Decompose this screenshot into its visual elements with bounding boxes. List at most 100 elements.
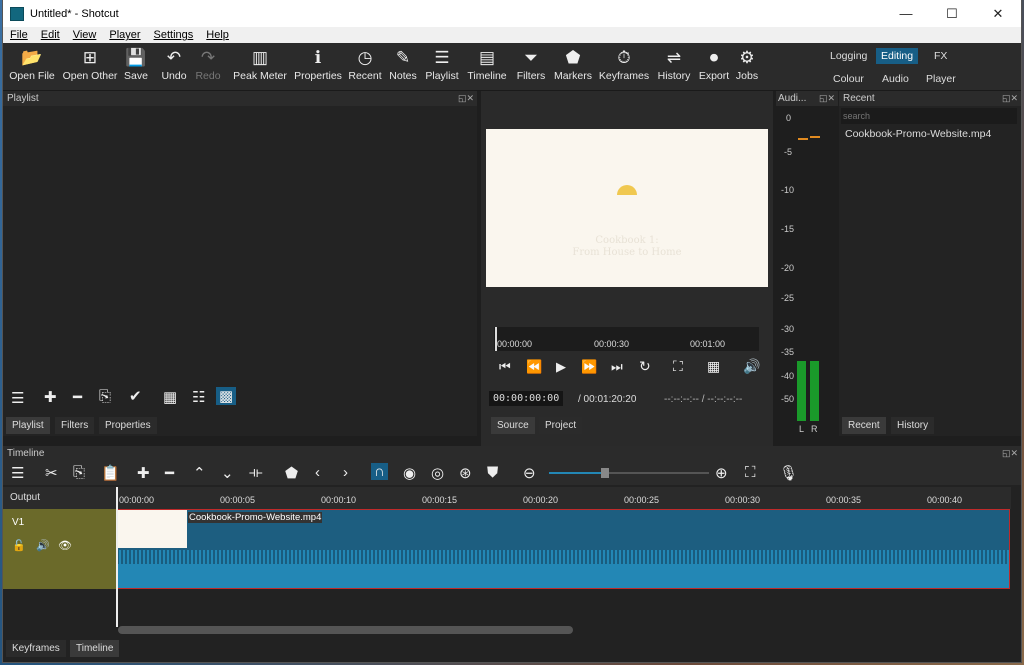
playlist-menu-icon[interactable]: ☰ xyxy=(11,389,24,407)
maximize-button[interactable]: ☐ xyxy=(929,0,975,27)
workspace-editing[interactable]: Editing xyxy=(876,48,919,64)
marker-icon[interactable]: ⬟ xyxy=(285,464,298,482)
icon-view-icon[interactable]: ▩ xyxy=(216,387,237,405)
menu-settings[interactable]: Settings xyxy=(147,29,200,41)
update-icon[interactable]: ⎘ xyxy=(99,388,111,405)
panel-float-close-icon[interactable]: ◱✕ xyxy=(819,91,835,106)
details-view-icon[interactable]: ▦ xyxy=(163,388,177,406)
fast-forward-icon[interactable]: ⏩ xyxy=(581,359,597,375)
previous-marker-icon[interactable]: ‹ xyxy=(315,464,320,481)
open-other-button[interactable]: ⊞ Open Other xyxy=(60,46,120,82)
timeline-ruler[interactable]: 00:00:00 00:00:05 00:00:10 00:00:15 00:0… xyxy=(116,487,1011,509)
tab-recent[interactable]: Recent xyxy=(842,417,886,434)
play-icon[interactable]: ▶ xyxy=(556,359,566,375)
timeline-playhead[interactable] xyxy=(116,487,118,627)
lift-icon[interactable]: ⌃ xyxy=(193,464,206,482)
minimize-button[interactable]: — xyxy=(883,0,929,27)
open-file-button[interactable]: 📂 Open File xyxy=(7,46,57,82)
scrub-icon[interactable]: ◉ xyxy=(403,464,416,482)
timeline-clip[interactable]: Cookbook-Promo-Website.mp4 xyxy=(116,509,1010,589)
add-icon[interactable]: ✚ xyxy=(44,388,57,406)
markers-button[interactable]: ⬟ Markers xyxy=(552,46,594,82)
recent-list-item[interactable]: Cookbook-Promo-Website.mp4 xyxy=(845,128,991,140)
timecode-input[interactable]: 00:00:00:00 xyxy=(489,391,564,406)
overwrite-icon[interactable]: ⌄ xyxy=(221,464,234,482)
loop-icon[interactable]: ↻ xyxy=(639,358,651,375)
recent-search-input[interactable] xyxy=(841,108,1017,124)
stopwatch-icon: ⏱ xyxy=(617,48,631,67)
tab-keyframes[interactable]: Keyframes xyxy=(6,640,66,657)
notes-button[interactable]: ✎ Notes xyxy=(387,46,419,82)
playlist-button[interactable]: ☰ Playlist xyxy=(423,46,461,82)
checkmark-icon[interactable]: ✔ xyxy=(129,387,142,405)
workspace-fx[interactable]: FX xyxy=(929,48,952,64)
ripple-delete-icon[interactable]: ━ xyxy=(165,464,174,482)
ripple-markers-icon[interactable]: ⛊ xyxy=(487,464,498,481)
copy-icon[interactable]: ⎘ xyxy=(73,464,85,481)
redo-button[interactable]: ↷ Redo xyxy=(193,46,223,82)
menu-help[interactable]: Help xyxy=(199,29,235,41)
peak-meter-button[interactable]: ▥ Peak Meter xyxy=(233,46,287,82)
close-button[interactable]: ✕ xyxy=(975,0,1021,27)
timeline-menu-icon[interactable]: ☰ xyxy=(11,464,24,482)
tab-playlist[interactable]: Playlist xyxy=(6,417,50,434)
filters-button[interactable]: ⏷ Filters xyxy=(513,46,549,82)
paste-icon[interactable]: 📋 xyxy=(101,464,120,482)
cut-icon[interactable]: ✂ xyxy=(45,464,58,482)
skip-next-icon[interactable]: ⏭ xyxy=(611,359,623,375)
rewind-icon[interactable]: ⏪ xyxy=(526,359,542,375)
menu-view[interactable]: View xyxy=(66,29,103,41)
ripple-icon[interactable]: ◎ xyxy=(431,464,444,482)
zoom-fit-icon[interactable]: ⛶ xyxy=(673,358,683,375)
zoom-slider[interactable] xyxy=(549,468,709,478)
tab-filters[interactable]: Filters xyxy=(55,417,95,434)
ripple-all-icon[interactable]: ⊛ xyxy=(459,464,472,482)
video-preview[interactable]: Cookbook 1: From House to Home xyxy=(486,129,768,287)
export-button[interactable]: ⏺ Export xyxy=(697,46,731,82)
volume-icon[interactable]: 🔊 xyxy=(743,358,760,375)
append-icon[interactable]: ✚ xyxy=(137,464,150,482)
undo-button[interactable]: ↶ Undo xyxy=(157,46,191,82)
zoom-out-icon[interactable]: ⊖ xyxy=(523,464,536,482)
properties-button[interactable]: ℹ Properties xyxy=(293,46,343,82)
track-header-v1[interactable]: V1 🔓 🔊 👁 xyxy=(3,509,116,589)
timeline-button[interactable]: ▤ Timeline xyxy=(465,46,509,82)
recent-button[interactable]: ◷ Recent xyxy=(347,46,383,82)
split-icon[interactable]: ⟛ xyxy=(249,464,263,481)
zoom-in-icon[interactable]: ⊕ xyxy=(715,464,728,482)
zoom-fit-icon[interactable]: ⛶ xyxy=(745,464,756,481)
remove-icon[interactable]: ━ xyxy=(73,388,82,406)
list-view-icon[interactable]: ☷ xyxy=(192,388,205,406)
player-ruler[interactable]: 00:00:00 00:00:30 00:01:00 xyxy=(494,327,759,351)
next-marker-icon[interactable]: › xyxy=(343,464,348,481)
menu-edit[interactable]: Edit xyxy=(34,29,66,41)
tab-properties[interactable]: Properties xyxy=(99,417,157,434)
menu-player[interactable]: Player xyxy=(102,29,146,41)
tab-history[interactable]: History xyxy=(891,417,935,434)
keyframes-button[interactable]: ⏱ Keyframes xyxy=(597,46,651,82)
grid-icon[interactable]: ▦ xyxy=(707,358,720,375)
snap-magnet-icon[interactable]: ∩ xyxy=(371,463,388,480)
tab-timeline[interactable]: Timeline xyxy=(70,640,120,657)
panel-float-close-icon[interactable]: ◱✕ xyxy=(1002,446,1018,461)
tab-source[interactable]: Source xyxy=(491,417,535,434)
playlist-list-area[interactable] xyxy=(3,106,477,386)
lock-icon[interactable]: 🔓 xyxy=(12,539,26,552)
jobs-button[interactable]: ⚙ Jobs xyxy=(734,46,760,82)
skip-previous-icon[interactable]: ⏮ xyxy=(499,359,511,375)
history-button[interactable]: ⇌ History xyxy=(654,46,694,82)
workspace-logging[interactable]: Logging xyxy=(825,48,872,64)
record-audio-icon[interactable]: 🎙 xyxy=(779,464,798,482)
workspace-player[interactable]: Player xyxy=(921,71,961,87)
menu-file[interactable]: File xyxy=(3,29,34,41)
visibility-eye-icon[interactable]: 👁 xyxy=(58,539,72,552)
timeline-scrollbar[interactable] xyxy=(118,626,573,634)
playhead[interactable] xyxy=(495,327,497,351)
mute-icon[interactable]: 🔊 xyxy=(36,539,50,552)
tab-project[interactable]: Project xyxy=(539,417,583,434)
workspace-audio[interactable]: Audio xyxy=(877,71,914,87)
panel-float-close-icon[interactable]: ◱✕ xyxy=(458,91,474,106)
panel-float-close-icon[interactable]: ◱✕ xyxy=(1002,91,1018,106)
save-button[interactable]: 💾 Save xyxy=(121,46,151,82)
workspace-colour[interactable]: Colour xyxy=(828,71,869,87)
